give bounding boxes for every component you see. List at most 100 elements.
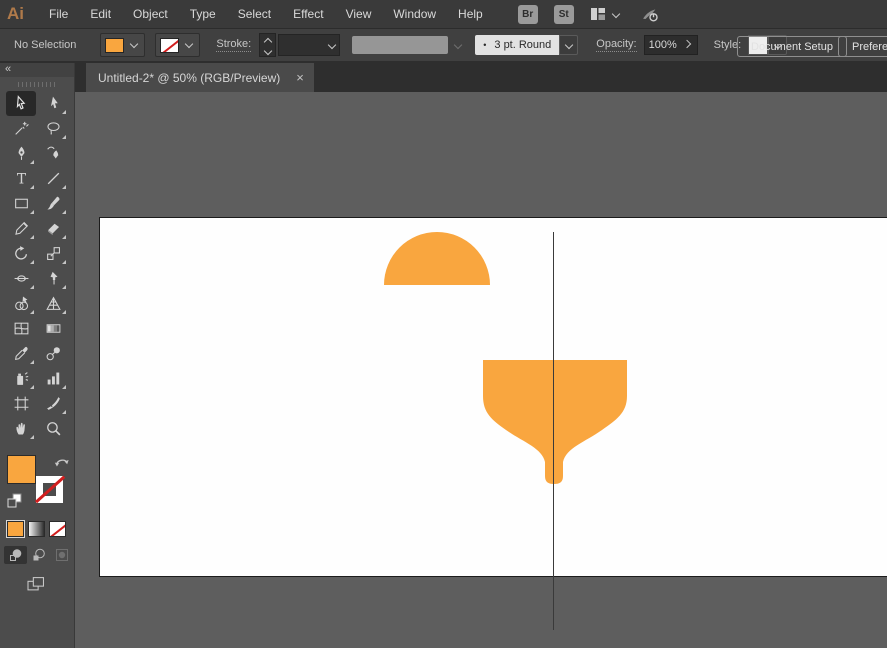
width-tool[interactable] <box>6 266 36 291</box>
flyout-indicator-icon <box>30 210 34 214</box>
curvature-tool-icon <box>45 145 62 162</box>
gradient-button[interactable] <box>28 521 45 537</box>
direct-selection-tool[interactable] <box>38 91 68 116</box>
rotate-tool[interactable] <box>6 241 36 266</box>
magic-wand-tool[interactable] <box>6 116 36 141</box>
document-tab[interactable]: Untitled-2* @ 50% (RGB/Preview) × <box>86 63 314 92</box>
fill-indicator[interactable] <box>7 455 36 484</box>
menu-item-edit[interactable]: Edit <box>79 7 122 21</box>
menu-item-help[interactable]: Help <box>447 7 494 21</box>
shape-builder-tool[interactable] <box>6 291 36 316</box>
menu-bar: Ai FileEditObjectTypeSelectEffectViewWin… <box>0 0 887 29</box>
gradient-tool[interactable] <box>38 316 68 341</box>
workspace-layout-icon <box>590 6 606 22</box>
flyout-indicator-icon <box>62 310 66 314</box>
opacity-input[interactable]: 100% <box>644 35 698 55</box>
funnel-shape[interactable] <box>483 360 627 484</box>
artboard-tool[interactable] <box>6 391 36 416</box>
swap-fill-stroke-icon[interactable] <box>53 455 71 469</box>
menu-item-file[interactable]: File <box>38 7 79 21</box>
zoom-tool[interactable] <box>38 416 68 441</box>
flyout-indicator-icon <box>62 410 66 414</box>
collapse-panel-button[interactable]: « <box>5 63 11 75</box>
lasso-tool[interactable] <box>38 116 68 141</box>
stroke-weight-dropdown[interactable] <box>278 34 340 56</box>
menu-item-type[interactable]: Type <box>179 7 227 21</box>
none-stroke-line <box>35 476 65 503</box>
slice-tool[interactable] <box>38 391 68 416</box>
draw-inside-button[interactable] <box>50 546 73 564</box>
selection-status: No Selection <box>14 39 76 51</box>
panel-grip[interactable] <box>18 82 56 87</box>
mesh-tool[interactable] <box>6 316 36 341</box>
preferences-button[interactable]: Preferences <box>838 36 887 57</box>
opacity-panel-link[interactable]: Opacity: <box>596 38 636 52</box>
pen-tool-icon <box>13 145 30 162</box>
none-button[interactable] <box>49 521 66 537</box>
paintbrush-tool[interactable] <box>38 191 68 216</box>
stroke-weight-stepper[interactable] <box>259 33 276 57</box>
brush-definition-dropdown[interactable]: • 3 pt. Round <box>475 35 578 55</box>
tab-close-icon[interactable]: × <box>296 71 304 84</box>
type-tool-icon: T <box>13 170 30 187</box>
width-profile-dropdown <box>352 36 461 54</box>
bridge-button[interactable]: Br <box>518 5 538 24</box>
stroke-color-dropdown[interactable] <box>155 33 200 57</box>
column-graph-tool[interactable] <box>38 366 68 391</box>
panel-header: « <box>0 63 74 77</box>
perspective-grid-tool-icon <box>45 295 62 312</box>
menu-item-window[interactable]: Window <box>382 7 447 21</box>
menu-item-effect[interactable]: Effect <box>282 7 334 21</box>
screen-mode-button[interactable] <box>24 575 48 593</box>
draw-inside-icon <box>54 547 70 563</box>
color-button[interactable] <box>7 521 24 537</box>
chevron-down-icon <box>185 40 193 48</box>
chevron-down-icon <box>130 40 138 48</box>
eraser-tool[interactable] <box>38 216 68 241</box>
draw-normal-button[interactable] <box>4 546 27 564</box>
fill-swatch[interactable] <box>105 38 124 53</box>
workspace-switcher[interactable] <box>590 6 619 22</box>
perspective-grid-tool[interactable] <box>38 291 68 316</box>
default-fill-stroke-icon[interactable] <box>7 493 22 508</box>
rectangle-tool[interactable] <box>6 191 36 216</box>
eraser-tool-icon <box>45 220 62 237</box>
selection-tool-icon <box>13 95 30 112</box>
scale-tool-icon <box>45 245 62 262</box>
draw-behind-button[interactable] <box>27 546 50 564</box>
stock-button[interactable]: St <box>554 5 574 24</box>
symbol-sprayer-tool[interactable] <box>6 366 36 391</box>
stroke-none-swatch[interactable] <box>160 38 179 53</box>
fill-color-dropdown[interactable] <box>100 33 145 57</box>
eyedropper-tool[interactable] <box>6 341 36 366</box>
menu-item-view[interactable]: View <box>335 7 383 21</box>
menu-item-object[interactable]: Object <box>122 7 179 21</box>
semicircle-shape[interactable] <box>384 232 490 285</box>
curvature-tool[interactable] <box>38 141 68 166</box>
stroke-panel-link[interactable]: Stroke: <box>216 38 251 52</box>
mesh-tool-icon <box>13 320 30 337</box>
flyout-indicator-icon <box>62 260 66 264</box>
draw-behind-icon <box>31 547 47 563</box>
hand-tool[interactable] <box>6 416 36 441</box>
fill-stroke-controls <box>7 455 71 511</box>
blend-tool[interactable] <box>38 341 68 366</box>
menu-item-select[interactable]: Select <box>227 7 282 21</box>
selection-tool[interactable] <box>6 91 36 116</box>
scale-tool[interactable] <box>38 241 68 266</box>
line-segment-tool[interactable] <box>38 166 68 191</box>
stepper-up-icon[interactable] <box>263 37 271 45</box>
stepper-down-icon[interactable] <box>263 46 271 54</box>
pen-tool[interactable] <box>6 141 36 166</box>
stroke-indicator[interactable] <box>36 476 63 503</box>
brush-preview-dot: • <box>483 40 486 50</box>
flyout-indicator-icon <box>62 210 66 214</box>
document-setup-button[interactable]: Document Setup <box>737 36 847 57</box>
hand-power-icon[interactable] <box>641 6 659 23</box>
flyout-indicator-icon <box>30 385 34 389</box>
gradient-tool-icon <box>45 320 62 337</box>
shaper-tool[interactable] <box>6 216 36 241</box>
canvas-viewport[interactable] <box>75 92 887 648</box>
type-tool[interactable]: T <box>6 166 36 191</box>
puppet-warp-tool[interactable] <box>38 266 68 291</box>
